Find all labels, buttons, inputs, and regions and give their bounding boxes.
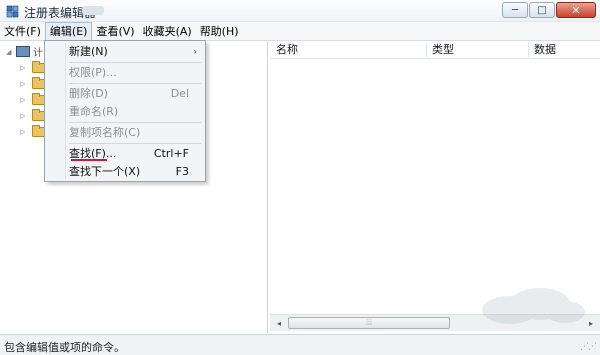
edit-menu-dropdown: 新建(N) › 权限(P)... 删除(D) Del 重命名(R) 复制项名称(… — [44, 40, 206, 182]
minimize-icon: ─ — [511, 4, 519, 16]
menu-item-find[interactable]: 查找(F)... Ctrl+F — [47, 145, 203, 162]
column-type[interactable]: 类型 — [428, 41, 454, 59]
status-bar: 包含编辑值或项的命令。 ⋰⋰ — [0, 334, 600, 355]
menu-help[interactable]: 帮助(H) — [196, 22, 243, 41]
tree-root-label: 计 — [33, 48, 43, 59]
menu-item-find-next-label: 查找下一个(X) — [69, 165, 141, 178]
tree-node-5[interactable]: ▷ — [20, 124, 46, 138]
expand-arrow-icon[interactable]: ▷ — [20, 96, 28, 104]
status-text: 包含编辑值或项的命令。 — [4, 341, 125, 354]
menu-item-permissions-label: 权限(P)... — [69, 66, 117, 79]
collapse-arrow-icon[interactable]: ◢ — [6, 48, 14, 56]
menu-item-find-shortcut: Ctrl+F — [153, 147, 189, 160]
close-icon: ✕ — [571, 3, 581, 17]
menu-item-find-next-shortcut: F3 — [175, 165, 189, 178]
tree-node-3[interactable]: ▷ — [20, 92, 46, 106]
menu-file[interactable]: 文件(F) — [0, 22, 45, 41]
watermark-cloud-icon — [482, 288, 585, 324]
window-controls: ─ □ ✕ — [502, 2, 596, 19]
minimize-button[interactable]: ─ — [502, 2, 528, 18]
expand-arrow-icon[interactable]: ▷ — [20, 112, 28, 120]
close-button[interactable]: ✕ — [556, 2, 596, 18]
menu-item-delete-label: 删除(D) — [69, 87, 109, 100]
menu-item-rename[interactable]: 重命名(R) — [47, 103, 203, 120]
menu-item-rename-label: 重命名(R) — [69, 105, 119, 118]
menu-item-delete[interactable]: 删除(D) Del — [47, 85, 203, 102]
menu-item-copy-key-name-label: 复制项名称(C) — [69, 126, 141, 139]
list-header: 名称 类型 数据 — [270, 41, 600, 59]
menu-separator — [69, 83, 201, 84]
maximize-button[interactable]: □ — [529, 2, 555, 18]
computer-icon — [16, 46, 30, 57]
title-blur-region — [82, 6, 104, 15]
maximize-icon: □ — [537, 4, 547, 16]
scroll-left-icon[interactable]: ◂ — [271, 316, 287, 330]
tree-node-1[interactable]: ▷ — [20, 60, 46, 74]
menu-separator — [69, 62, 201, 63]
menu-favorites[interactable]: 收藏夹(A) — [139, 22, 196, 41]
menu-bar: 文件(F) 编辑(E) 查看(V) 收藏夹(A) 帮助(H) — [0, 22, 600, 43]
registry-editor-window: 注册表编辑器 ─ □ ✕ 文件(F) 编辑(E) 查看(V) 收藏夹(A) 帮助… — [0, 0, 600, 355]
menu-edit[interactable]: 编辑(E) — [44, 22, 93, 43]
column-data[interactable]: 数据 — [530, 41, 556, 59]
find-highlight-underline — [71, 159, 107, 161]
tree-node-4[interactable]: ▷ — [20, 108, 46, 122]
title-bar[interactable]: 注册表编辑器 ─ □ ✕ — [0, 0, 600, 22]
menu-item-permissions[interactable]: 权限(P)... — [47, 64, 203, 81]
expand-arrow-icon[interactable]: ▷ — [20, 128, 28, 136]
tree-node-2[interactable]: ▷ — [20, 76, 46, 90]
column-divider[interactable] — [426, 43, 427, 57]
scroll-thumb[interactable]: ⦙⦙⦙ — [288, 317, 450, 329]
menu-item-new-label: 新建(N) — [69, 45, 108, 58]
submenu-arrow-icon: › — [193, 47, 197, 56]
resize-grip-icon[interactable]: ⋰⋰ — [580, 342, 597, 352]
menu-separator — [69, 143, 201, 144]
menu-view[interactable]: 查看(V) — [92, 22, 138, 41]
expand-arrow-icon[interactable]: ▷ — [20, 80, 28, 88]
menu-edit-label: 编辑(E) — [49, 25, 88, 38]
menu-item-delete-shortcut: Del — [170, 87, 189, 100]
expand-arrow-icon[interactable]: ▷ — [20, 64, 28, 72]
tree-root[interactable]: ◢ 计 — [6, 45, 43, 59]
menu-item-find-next[interactable]: 查找下一个(X) F3 — [47, 163, 203, 180]
column-divider[interactable] — [528, 43, 529, 57]
menu-item-copy-key-name[interactable]: 复制项名称(C) — [47, 124, 203, 141]
scroll-grip-icon: ⦙⦙⦙ — [365, 318, 373, 328]
registry-editor-icon — [6, 5, 19, 18]
column-name[interactable]: 名称 — [272, 41, 298, 59]
menu-item-new[interactable]: 新建(N) › — [47, 43, 203, 60]
menu-separator — [69, 122, 201, 123]
